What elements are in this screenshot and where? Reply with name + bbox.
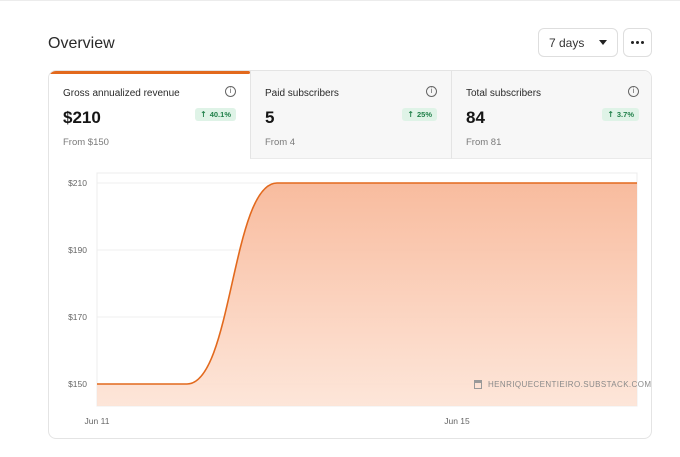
y-tick-label: $210 (68, 178, 87, 188)
info-icon[interactable]: i (426, 86, 437, 97)
change-badge: ↑ 25% (402, 108, 437, 121)
stat-label: Paid subscribers (265, 88, 339, 99)
top-divider (0, 0, 680, 1)
x-tick-label: Jun 15 (444, 416, 470, 426)
overview-card: Gross annualized revenue i $210 ↑ 40.1% … (48, 70, 652, 439)
change-badge: ↑ 3.7% (602, 108, 639, 121)
more-options-button[interactable] (623, 28, 652, 57)
active-tab-indicator (49, 71, 250, 74)
y-tick-label: $190 (68, 245, 87, 255)
info-icon[interactable]: i (225, 86, 236, 97)
stat-previous: From $150 (63, 137, 109, 148)
watermark-text: HENRIQUECENTIEIRO.SUBSTACK.COM (488, 380, 652, 389)
arrow-up-icon: ↑ (200, 110, 207, 119)
more-horizontal-icon (631, 41, 644, 44)
change-badge: ↑ 40.1% (195, 108, 236, 121)
stat-tab-revenue[interactable]: Gross annualized revenue i $210 ↑ 40.1% … (49, 71, 250, 159)
date-range-select[interactable]: 7 days (538, 28, 618, 57)
info-icon[interactable]: i (628, 86, 639, 97)
revenue-chart: $210 $190 $170 $150 Jun 11 Jun 15 HENRIQUECEN… (49, 159, 651, 438)
series-area (97, 183, 637, 406)
stats-row: Gross annualized revenue i $210 ↑ 40.1% … (49, 71, 651, 159)
change-value: 40.1% (209, 110, 231, 119)
stat-tab-total-subscribers[interactable]: Total subscribers i 84 ↑ 3.7% From 81 (451, 71, 651, 159)
arrow-up-icon: ↑ (407, 110, 414, 119)
stat-tab-paid-subscribers[interactable]: Paid subscribers i 5 ↑ 25% From 4 (250, 71, 451, 159)
x-tick-label: Jun 11 (85, 416, 110, 426)
substack-icon (474, 380, 482, 389)
stat-label: Total subscribers (466, 88, 542, 99)
change-value: 3.7% (616, 110, 634, 119)
y-tick-label: $170 (68, 312, 87, 322)
y-tick-label: $150 (68, 379, 87, 389)
watermark: HENRIQUECENTIEIRO.SUBSTACK.COM (474, 380, 651, 389)
chart-svg: $210 $190 $170 $150 Jun 11 Jun 15 (68, 172, 638, 426)
arrow-up-icon: ↑ (607, 110, 614, 119)
page-title: Overview (48, 35, 115, 52)
stat-label: Gross annualized revenue (63, 88, 180, 99)
date-range-label: 7 days (549, 35, 585, 50)
stat-previous: From 4 (265, 137, 296, 148)
change-value: 25% (416, 110, 432, 119)
stat-previous: From 81 (466, 137, 502, 148)
caret-down-icon (599, 40, 607, 45)
